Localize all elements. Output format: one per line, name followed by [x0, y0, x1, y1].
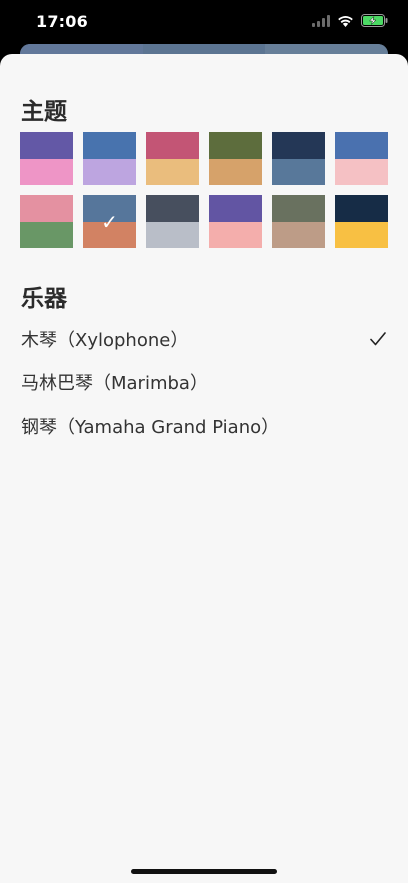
swatch-bottom-color [20, 158, 73, 185]
instrument-option[interactable]: 钢琴（Yamaha Grand Piano） [0, 404, 408, 448]
swatch-bottom-color [335, 158, 388, 185]
swatch-top-color [272, 195, 325, 222]
swatch-top-color [20, 195, 73, 222]
theme-swatch[interactable] [272, 132, 325, 185]
checkmark-icon [370, 331, 386, 346]
swatch-bottom-color [209, 158, 262, 185]
swatch-top-color [272, 132, 325, 159]
swatch-top-color [209, 132, 262, 159]
theme-swatch[interactable]: ✓ [83, 195, 136, 248]
status-time: 17:06 [36, 12, 88, 31]
swatch-bottom-color [146, 158, 199, 185]
settings-sheet: 主题 ✓ 乐器 木琴（Xylophone） 马林巴琴（Marimba） 钢琴（Yam… [0, 54, 408, 883]
instrument-option[interactable]: 马林巴琴（Marimba） [0, 361, 408, 405]
swatch-bottom-color [83, 158, 136, 185]
battery-charging-icon [361, 14, 388, 27]
home-indicator [131, 869, 277, 874]
theme-swatch[interactable] [20, 132, 73, 185]
theme-swatch[interactable] [83, 132, 136, 185]
instrument-option-label: 钢琴（Yamaha Grand Piano） [21, 416, 280, 438]
instrument-list: 木琴（Xylophone） 马林巴琴（Marimba） 钢琴（Yamaha Gran… [0, 317, 408, 448]
instrument-option-label: 马林巴琴（Marimba） [21, 373, 208, 395]
instrument-option[interactable]: 木琴（Xylophone） [0, 317, 408, 361]
theme-grid: ✓ [20, 132, 388, 248]
swatch-bottom-color [20, 221, 73, 248]
swatch-bottom-color [272, 158, 325, 185]
theme-swatch[interactable] [20, 195, 73, 248]
theme-swatch[interactable] [146, 132, 199, 185]
status-bar: 17:06 [0, 0, 408, 44]
instrument-section-title: 乐器 [21, 286, 67, 312]
theme-swatch[interactable] [272, 195, 325, 248]
swatch-top-color [335, 132, 388, 159]
wifi-icon [337, 15, 354, 27]
cellular-signal-icon [312, 14, 330, 27]
swatch-top-color [20, 132, 73, 159]
swatch-top-color [335, 195, 388, 222]
swatch-bottom-color [209, 221, 262, 248]
instrument-option-label: 木琴（Xylophone） [21, 329, 189, 351]
theme-section-title: 主题 [21, 99, 67, 125]
swatch-bottom-color [272, 221, 325, 248]
swatch-bottom-color [146, 221, 199, 248]
swatch-bottom-color [335, 221, 388, 248]
swatch-top-color [146, 195, 199, 222]
selected-check-icon: ✓ [101, 209, 118, 234]
swatch-top-color [146, 132, 199, 159]
swatch-top-color [209, 195, 262, 222]
theme-swatch[interactable] [209, 132, 262, 185]
status-icons [312, 14, 388, 27]
theme-swatch[interactable] [335, 195, 388, 248]
theme-swatch[interactable] [335, 132, 388, 185]
theme-swatch[interactable] [146, 195, 199, 248]
swatch-top-color [83, 132, 136, 159]
screen: 17:06 主题 ✓ 乐器 木琴（Xylophone） 马林巴琴（Marimba… [0, 0, 408, 883]
theme-swatch[interactable] [209, 195, 262, 248]
